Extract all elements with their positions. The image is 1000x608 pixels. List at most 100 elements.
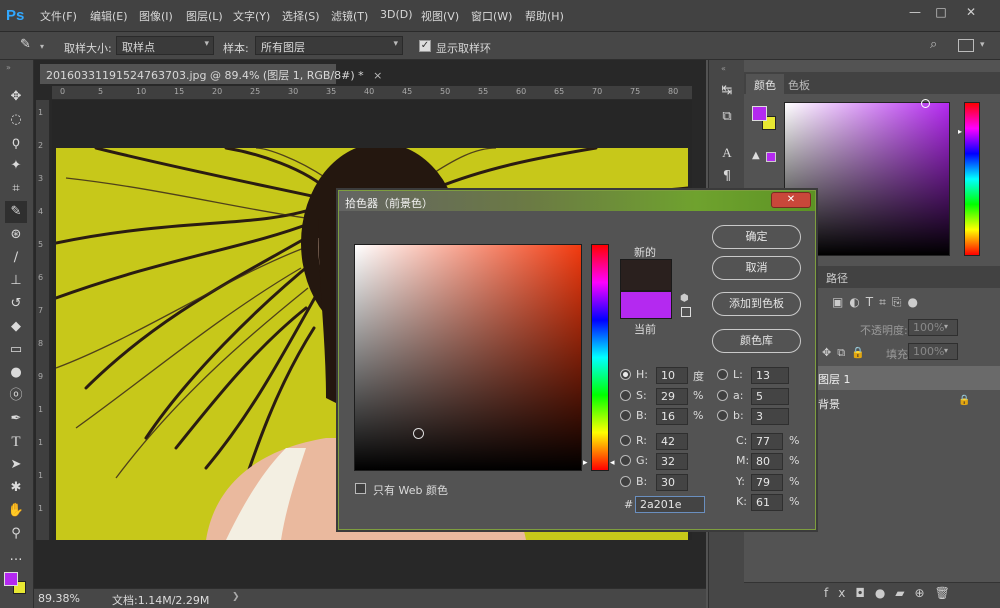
green-radio[interactable] [620, 455, 631, 466]
show-ring-checkbox[interactable]: ✓ [419, 40, 431, 52]
chevron-down-icon[interactable]: ▾ [944, 346, 948, 355]
marquee-tool-icon[interactable]: ◌ [5, 109, 27, 131]
menu-filter[interactable]: 滤镜(T) [331, 8, 368, 24]
type-tool-icon[interactable]: T [5, 431, 27, 453]
blue-field[interactable]: 30 [656, 474, 688, 491]
lightness-radio[interactable] [717, 369, 728, 380]
hue-handle-right-icon[interactable]: ◂ [610, 458, 615, 468]
a-channel-radio[interactable] [717, 390, 728, 401]
foreground-color-swatch[interactable] [4, 572, 18, 586]
maximize-icon[interactable]: □ [930, 4, 952, 20]
hue-slider[interactable] [964, 102, 980, 256]
history-panel-icon[interactable]: ↹ [716, 80, 738, 102]
chevron-down-icon[interactable]: ▾ [980, 40, 985, 50]
workspace-icon[interactable] [958, 39, 974, 52]
saturation-field[interactable]: 29 [656, 388, 688, 405]
menu-select[interactable]: 选择(S) [282, 8, 320, 24]
zoom-level[interactable]: 89.38% [38, 592, 80, 605]
b-channel-radio[interactable] [717, 410, 728, 421]
menu-file[interactable]: 文件(F) [40, 8, 77, 24]
move-tool-icon[interactable]: ✥ [5, 86, 27, 108]
warning-icon[interactable]: ▲ [752, 150, 760, 161]
gradient-tool-icon[interactable]: ▭ [5, 339, 27, 361]
a-channel-field[interactable]: 5 [751, 388, 789, 405]
current-color-swatch[interactable] [620, 291, 672, 319]
saturation-radio[interactable] [620, 390, 631, 401]
hue-handle-left-icon[interactable]: ▸ [583, 458, 588, 468]
path-select-tool-icon[interactable]: ➤ [5, 454, 27, 476]
hand-tool-icon[interactable]: ✋ [5, 500, 27, 522]
yellow-field[interactable]: 79 [751, 474, 783, 491]
brush-tool-icon[interactable]: ∕ [5, 247, 27, 269]
quick-select-tool-icon[interactable]: ✦ [5, 155, 27, 177]
dialog-close-button[interactable]: ✕ [771, 192, 811, 208]
chevron-down-icon[interactable]: ▾ [40, 42, 44, 51]
hue-slider[interactable] [591, 244, 609, 471]
more-tools-icon[interactable]: … [5, 546, 27, 568]
collapse-icon[interactable]: « [721, 64, 726, 73]
menu-view[interactable]: 视图(V) [421, 8, 459, 24]
minimize-icon[interactable]: — [904, 4, 926, 20]
crop-tool-icon[interactable]: ⌗ [5, 178, 27, 200]
saturation-brightness-field[interactable] [354, 244, 582, 471]
menu-type[interactable]: 文字(Y) [233, 8, 270, 24]
healing-brush-tool-icon[interactable]: ⊛ [5, 224, 27, 246]
tab-paths[interactable]: 路径 [826, 270, 848, 286]
chevron-down-icon[interactable]: ▾ [944, 322, 948, 331]
hue-radio[interactable] [620, 369, 631, 380]
eraser-tool-icon[interactable]: ◆ [5, 316, 27, 338]
gamut-swatch[interactable] [766, 152, 776, 162]
brightness-field[interactable]: 16 [656, 408, 688, 425]
history-brush-tool-icon[interactable]: ↺ [5, 293, 27, 315]
ok-button[interactable]: 确定 [712, 225, 801, 249]
blur-tool-icon[interactable]: ● [5, 362, 27, 384]
fill-field[interactable]: 100% [908, 343, 958, 360]
shape-tool-icon[interactable]: ✱ [5, 477, 27, 499]
document-tab[interactable]: 20160331191524763703.jpg @ 89.4% (图层 1, … [40, 64, 382, 84]
menu-window[interactable]: 窗口(W) [471, 8, 512, 24]
menu-image[interactable]: 图像(I) [139, 8, 173, 24]
layer-row[interactable] [816, 391, 1000, 415]
magenta-field[interactable]: 80 [751, 453, 783, 470]
close-window-icon[interactable]: ✕ [960, 4, 982, 20]
red-radio[interactable] [620, 435, 631, 446]
web-only-checkbox[interactable] [355, 483, 366, 494]
sample-select[interactable]: 所有图层 ▾ [255, 36, 403, 55]
eyedropper-preset-icon[interactable]: ✎ [20, 37, 38, 55]
dodge-tool-icon[interactable]: ⓞ [5, 385, 27, 407]
menu-edit[interactable]: 编辑(E) [90, 8, 128, 24]
layer-actions-icons[interactable]: fx◘●▰⊕🗑 [824, 586, 960, 600]
collapse-icon[interactable]: » [6, 63, 11, 72]
web-safe-icon[interactable] [681, 307, 691, 317]
cube-icon[interactable]: ⬢ [680, 293, 689, 304]
tab-color[interactable]: 颜色 [746, 74, 784, 94]
cancel-button[interactable]: 取消 [712, 256, 801, 280]
green-field[interactable]: 32 [656, 453, 688, 470]
b-channel-field[interactable]: 3 [751, 408, 789, 425]
menu-help[interactable]: 帮助(H) [525, 8, 564, 24]
zoom-tool-icon[interactable]: ⚲ [5, 523, 27, 545]
add-to-swatches-button[interactable]: 添加到色板 [712, 292, 801, 316]
character-panel-icon[interactable]: A [716, 142, 738, 164]
red-field[interactable]: 42 [656, 433, 688, 450]
search-icon[interactable]: ⌕ [930, 37, 937, 52]
lasso-tool-icon[interactable]: ϙ [5, 132, 27, 154]
layer-filter-icons[interactable]: ▣◐T⌗⎘● [824, 292, 1000, 314]
color-libraries-button[interactable]: 颜色库 [712, 329, 801, 353]
blue-radio[interactable] [620, 476, 631, 487]
menu-3d[interactable]: 3D(D) [380, 8, 413, 21]
sample-size-select[interactable]: 取样点 ▾ [116, 36, 214, 55]
brightness-radio[interactable] [620, 410, 631, 421]
status-arrow-icon[interactable]: ❯ [232, 592, 240, 602]
hue-slider-handle-icon[interactable]: ▸ [958, 127, 962, 136]
lock-icons[interactable]: ✥⧉🔒 [822, 346, 871, 360]
pen-tool-icon[interactable]: ✒ [5, 408, 27, 430]
menu-layer[interactable]: 图层(L) [186, 8, 223, 24]
color-swatches[interactable] [4, 572, 26, 594]
tab-swatches[interactable]: 色板 [788, 77, 810, 93]
close-tab-icon[interactable]: × [373, 69, 382, 82]
lightness-field[interactable]: 13 [751, 367, 789, 384]
hex-field[interactable]: 2a201e [635, 496, 705, 513]
opacity-field[interactable]: 100% [908, 319, 958, 336]
cyan-field[interactable]: 77 [751, 433, 783, 450]
